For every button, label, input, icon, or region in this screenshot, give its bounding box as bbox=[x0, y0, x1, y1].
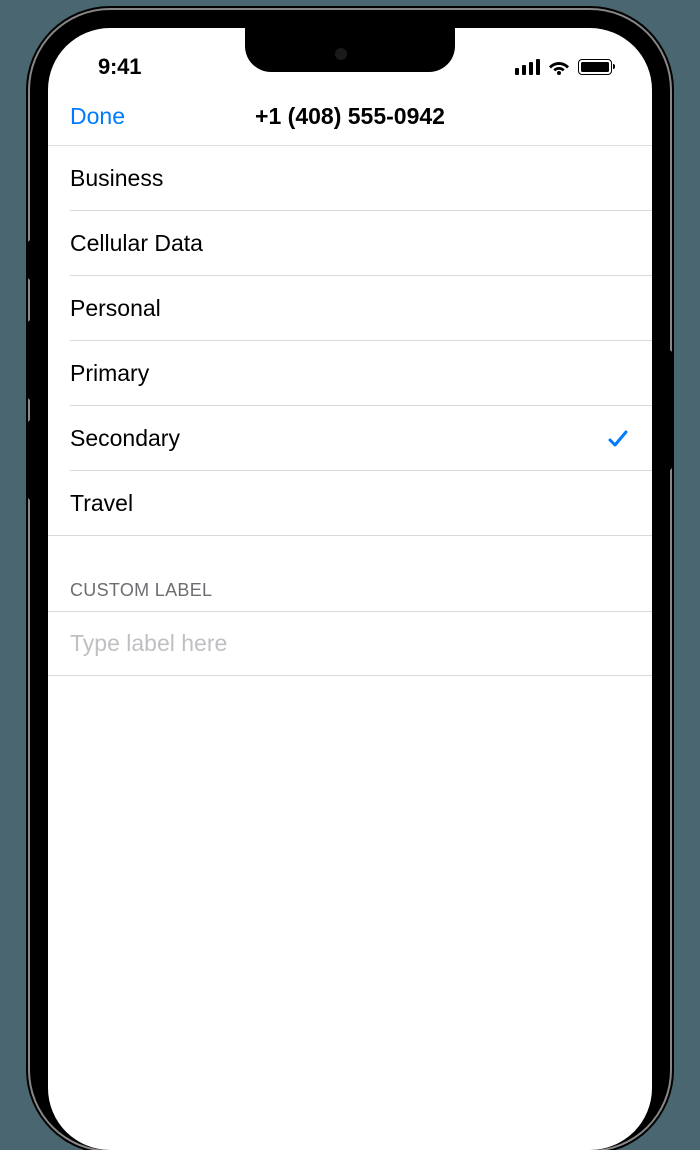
label-text: Travel bbox=[70, 490, 133, 517]
volume-down-button bbox=[28, 420, 34, 500]
dual-sim-signal-icon bbox=[515, 59, 540, 75]
phone-frame: 9:41 Done +1 (408) 555-094 bbox=[30, 10, 670, 1150]
custom-label-header: CUSTOM LABEL bbox=[48, 536, 652, 611]
label-row-primary[interactable]: Primary bbox=[48, 341, 652, 406]
checkmark-icon bbox=[606, 427, 630, 451]
volume-up-button bbox=[28, 320, 34, 400]
custom-label-row[interactable] bbox=[48, 611, 652, 676]
power-button bbox=[666, 350, 672, 470]
phone-screen: 9:41 Done +1 (408) 555-094 bbox=[48, 28, 652, 1150]
label-row-travel[interactable]: Travel bbox=[48, 471, 652, 536]
label-text: Cellular Data bbox=[70, 230, 203, 257]
battery-icon bbox=[578, 59, 612, 75]
label-row-business[interactable]: Business bbox=[48, 146, 652, 211]
label-text: Secondary bbox=[70, 425, 180, 452]
label-row-secondary[interactable]: Secondary bbox=[48, 406, 652, 471]
wifi-icon bbox=[548, 59, 570, 75]
label-row-cellular-data[interactable]: Cellular Data bbox=[48, 211, 652, 276]
done-button[interactable]: Done bbox=[70, 103, 125, 130]
status-time: 9:41 bbox=[98, 54, 141, 80]
nav-bar: Done +1 (408) 555-0942 bbox=[48, 88, 652, 146]
label-text: Personal bbox=[70, 295, 161, 322]
page-title: +1 (408) 555-0942 bbox=[255, 103, 445, 130]
notch bbox=[245, 28, 455, 72]
mute-switch bbox=[28, 240, 34, 280]
custom-label-input[interactable] bbox=[70, 630, 630, 657]
status-icons bbox=[515, 59, 612, 75]
label-text: Primary bbox=[70, 360, 149, 387]
label-text: Business bbox=[70, 165, 163, 192]
label-list: Business Cellular Data Personal Primary … bbox=[48, 146, 652, 536]
label-row-personal[interactable]: Personal bbox=[48, 276, 652, 341]
